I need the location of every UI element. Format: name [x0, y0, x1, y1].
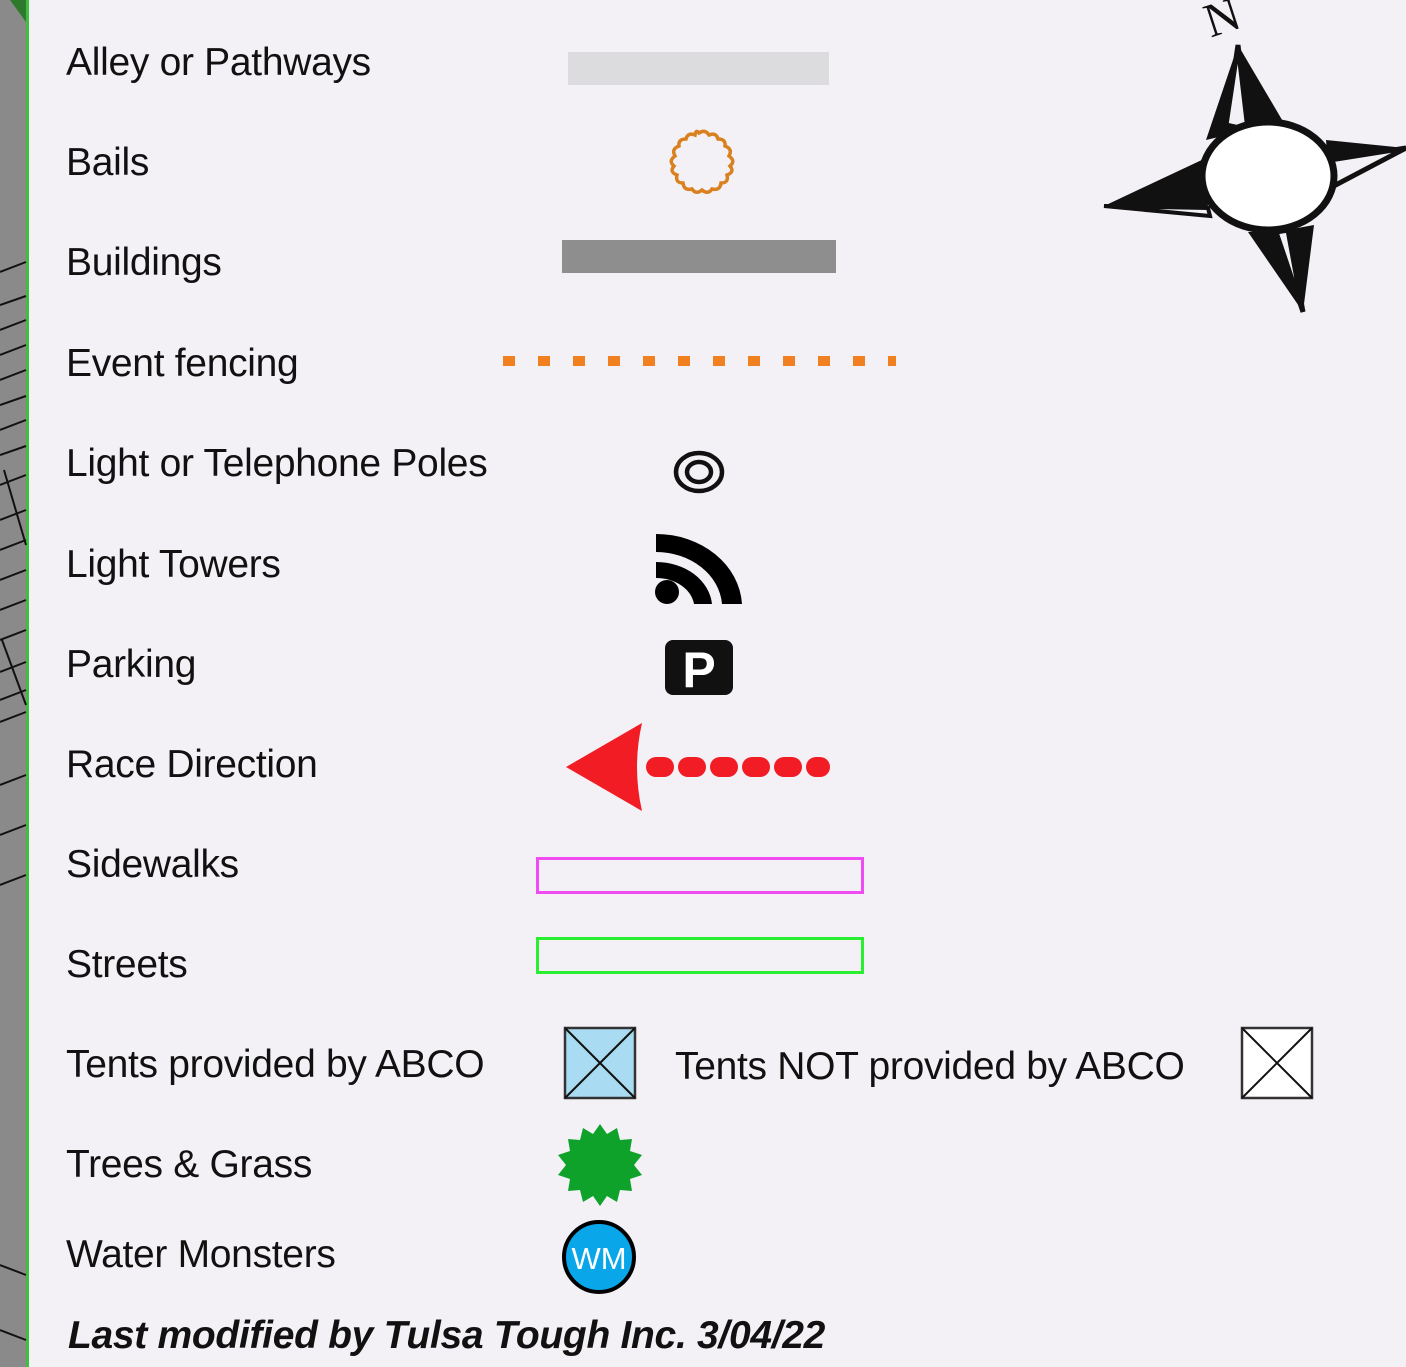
building-swatch — [562, 240, 836, 273]
map-edge-strip — [0, 0, 29, 1367]
pole-icon — [673, 450, 725, 494]
water-monster-abbrev: WM — [571, 1241, 626, 1276]
legend-label-alley: Alley or Pathways — [66, 41, 371, 84]
non-abco-tent-icon — [1240, 1026, 1314, 1100]
race-direction-arrow — [566, 723, 830, 811]
parking-icon: P — [665, 640, 733, 696]
last-modified-note: Last modified by Tulsa Tough Inc. 3/04/2… — [68, 1314, 826, 1357]
alley-swatch — [568, 52, 829, 85]
legend-label-streets: Streets — [66, 943, 188, 986]
legend-label-water-monsters: Water Monsters — [66, 1233, 336, 1276]
legend-label-sidewalks: Sidewalks — [66, 843, 239, 886]
legend-label-parking: Parking — [66, 643, 197, 686]
bail-icon — [669, 129, 735, 194]
parking-letter: P — [682, 642, 715, 696]
legend-label-abco-tents: Tents provided by ABCO — [66, 1043, 485, 1086]
legend-label-light-towers: Light Towers — [66, 543, 281, 586]
legend-label-race-direction: Race Direction — [66, 743, 318, 786]
legend-label-poles: Light or Telephone Poles — [66, 442, 488, 485]
water-monster-icon: WM — [562, 1220, 636, 1294]
light-tower-icon — [655, 533, 742, 604]
abco-tent-icon — [563, 1026, 637, 1100]
legend-label-event-fencing: Event fencing — [66, 342, 299, 385]
compass-rose-icon: N — [1103, 0, 1406, 313]
legend-label-non-abco-tents: Tents NOT provided by ABCO — [675, 1045, 1185, 1088]
legend-label-bails: Bails — [66, 141, 150, 184]
tree-icon — [558, 1124, 642, 1206]
sidewalk-swatch — [536, 857, 864, 894]
fence-line — [503, 356, 896, 366]
legend-label-trees-grass: Trees & Grass — [66, 1143, 313, 1186]
street-swatch — [536, 937, 864, 974]
north-letter: N — [1198, 0, 1247, 48]
legend-label-buildings: Buildings — [66, 241, 222, 284]
